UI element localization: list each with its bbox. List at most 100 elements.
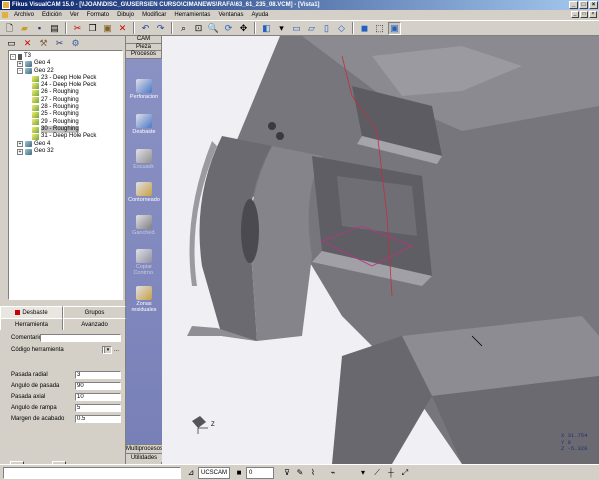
mdi-restore-button[interactable]: □ <box>580 11 588 18</box>
expand-icon[interactable]: + <box>17 60 23 67</box>
menu-ver[interactable]: Ver <box>66 12 83 18</box>
tree-item[interactable]: + Geo 32 <box>10 148 121 155</box>
ruler-icon[interactable]: ⟋ <box>372 468 382 478</box>
tree-item[interactable]: 23 - Deep Hole Peck <box>10 75 121 82</box>
process-item[interactable]: Copiar Contrno. <box>126 249 162 276</box>
pen-icon[interactable]: ✎ <box>295 468 305 478</box>
measure-icon[interactable]: ⤢ <box>400 468 410 478</box>
expand-icon[interactable]: + <box>17 141 23 148</box>
operations-tree[interactable]: - T3 + Geo 4- Geo 22 23 - Deep Hole Peck 24 - … <box>8 50 123 300</box>
process-item[interactable]: Escuadr. <box>126 149 162 170</box>
save-icon[interactable]: ▪ <box>33 22 46 35</box>
open-folder-icon[interactable]: ▰ <box>18 22 31 35</box>
tree-item[interactable]: 25 - Roughing <box>10 111 121 119</box>
process-item[interactable]: Ganched. <box>126 215 162 236</box>
zoom-extents-icon[interactable]: ⊡ <box>192 22 205 35</box>
view-dropdown-icon[interactable]: ▾ <box>275 22 288 35</box>
tree-item[interactable]: 31 - Deep Hole Peck <box>10 133 121 140</box>
filter-icon[interactable]: ⊽ <box>282 468 292 478</box>
menu-archivo[interactable]: Archivo <box>10 12 38 18</box>
redo-icon[interactable]: ↷ <box>154 22 167 35</box>
undo-icon[interactable]: ↶ <box>139 22 152 35</box>
wireframe-icon[interactable]: ⬚ <box>373 22 386 35</box>
pan-icon[interactable]: ✥ <box>237 22 250 35</box>
draw-mode-icon[interactable]: ⌁ <box>328 468 338 478</box>
menu-formato[interactable]: Formato <box>83 12 113 18</box>
tree-item[interactable]: 27 - Roughing <box>10 97 121 104</box>
tree-item[interactable]: + Geo 4 <box>10 60 121 67</box>
param-input[interactable] <box>75 393 121 401</box>
paste-icon[interactable]: ▣ <box>101 22 114 35</box>
grid-icon[interactable]: ┼ <box>386 468 396 478</box>
menu-ventanas[interactable]: Ventanas <box>214 12 247 18</box>
strip-procesos[interactable]: Procesos <box>126 51 161 59</box>
strip-multiprocesos[interactable]: Multiprocesos <box>126 444 163 453</box>
strip-cam[interactable]: CAM <box>126 36 161 44</box>
monitor-icon[interactable]: ▭ <box>6 38 17 49</box>
view-cube-icon[interactable]: ◧ <box>260 22 273 35</box>
layer-color-icon[interactable]: ■ <box>234 468 244 478</box>
view-front-icon[interactable]: ▭ <box>290 22 303 35</box>
tab-avanzado[interactable]: Avanzado <box>63 318 126 330</box>
copy-icon[interactable]: ❐ <box>86 22 99 35</box>
process-item[interactable]: Desbaste <box>126 114 162 135</box>
tab-desbaste[interactable]: Desbaste <box>0 306 63 318</box>
process-item[interactable]: Contorneado <box>126 182 162 203</box>
param-input[interactable] <box>75 371 121 379</box>
codigo-combo[interactable]: ▾ <box>102 346 112 354</box>
menu-edicion[interactable]: Edición <box>38 12 66 18</box>
minimize-button[interactable]: _ <box>569 1 578 9</box>
strip-utilidades[interactable]: Utilidades <box>126 453 162 462</box>
delete-operation-icon[interactable]: ✕ <box>22 38 33 49</box>
mdi-close-button[interactable]: × <box>589 11 597 18</box>
layer-select[interactable]: 0 <box>246 467 274 479</box>
print-icon[interactable]: ▤ <box>48 22 61 35</box>
collapse-icon[interactable]: - <box>10 53 16 60</box>
expand-icon[interactable]: + <box>17 148 23 155</box>
zoom-realtime-icon[interactable]: 🔍 <box>207 22 220 35</box>
cut-operation-icon[interactable]: ✂ <box>54 38 65 49</box>
3d-viewport[interactable]: Z X 31.754 Y 0 Z -5.328 <box>162 36 599 464</box>
process-item[interactable]: Zonas residuales <box>126 286 162 313</box>
tree-item[interactable]: 26 - Roughing <box>10 89 121 97</box>
tree-item[interactable]: - Geo 22 <box>10 68 121 75</box>
ucs-icon[interactable]: ⊿ <box>186 468 196 478</box>
tab-grupos[interactable]: Grupos <box>63 306 126 318</box>
close-button[interactable]: × <box>589 1 598 9</box>
tree-item[interactable]: 24 - Deep Hole Peck <box>10 82 121 89</box>
param-input[interactable] <box>75 382 121 390</box>
tree-item[interactable]: 28 - Roughing <box>10 104 121 111</box>
process-item[interactable]: Perforacion <box>126 79 162 100</box>
menu-herramientas[interactable]: Herramientas <box>170 12 214 18</box>
zoom-window-icon[interactable]: ⌕ <box>177 22 190 35</box>
tree-item[interactable]: 29 - Roughing <box>10 119 121 126</box>
mdi-minimize-button[interactable]: _ <box>571 11 579 18</box>
tree-item[interactable]: 30 - Roughing <box>10 125 121 134</box>
maximize-button[interactable]: □ <box>579 1 588 9</box>
menu-ayuda[interactable]: Ayuda <box>247 12 272 18</box>
ucs-select[interactable]: UCSCAM <box>198 467 230 479</box>
menu-dibujo[interactable]: Dibujo <box>113 12 138 18</box>
new-file-icon[interactable]: 🗋 <box>3 22 16 35</box>
tree-item[interactable]: - T3 <box>10 53 121 60</box>
tree-item[interactable]: + Geo 4 <box>10 141 121 148</box>
command-input[interactable] <box>3 467 181 479</box>
param-input[interactable] <box>75 404 121 412</box>
view-side-icon[interactable]: ▯ <box>320 22 333 35</box>
settings-icon[interactable]: ⚙ <box>70 38 81 49</box>
delete-icon[interactable]: ✕ <box>116 22 129 35</box>
view-top-icon[interactable]: ▱ <box>305 22 318 35</box>
cam-view-icon[interactable]: ▣ <box>388 21 401 35</box>
browse-button[interactable]: ... <box>114 346 119 354</box>
document-icon[interactable] <box>2 12 8 18</box>
snap-icon[interactable]: ⌇ <box>308 468 318 478</box>
comentario-input[interactable] <box>40 334 121 342</box>
collapse-icon[interactable]: - <box>17 68 23 75</box>
rotate-view-icon[interactable]: ⟳ <box>222 22 235 35</box>
shading-icon[interactable]: ◼ <box>358 22 371 35</box>
strip-pieza[interactable]: Pieza <box>126 44 161 51</box>
marker-icon[interactable]: ▾ <box>358 468 368 478</box>
view-iso-icon[interactable]: ◇ <box>335 22 348 35</box>
menu-modificar[interactable]: Modificar <box>138 12 170 18</box>
tab-herramienta[interactable]: Herramienta <box>0 318 63 330</box>
